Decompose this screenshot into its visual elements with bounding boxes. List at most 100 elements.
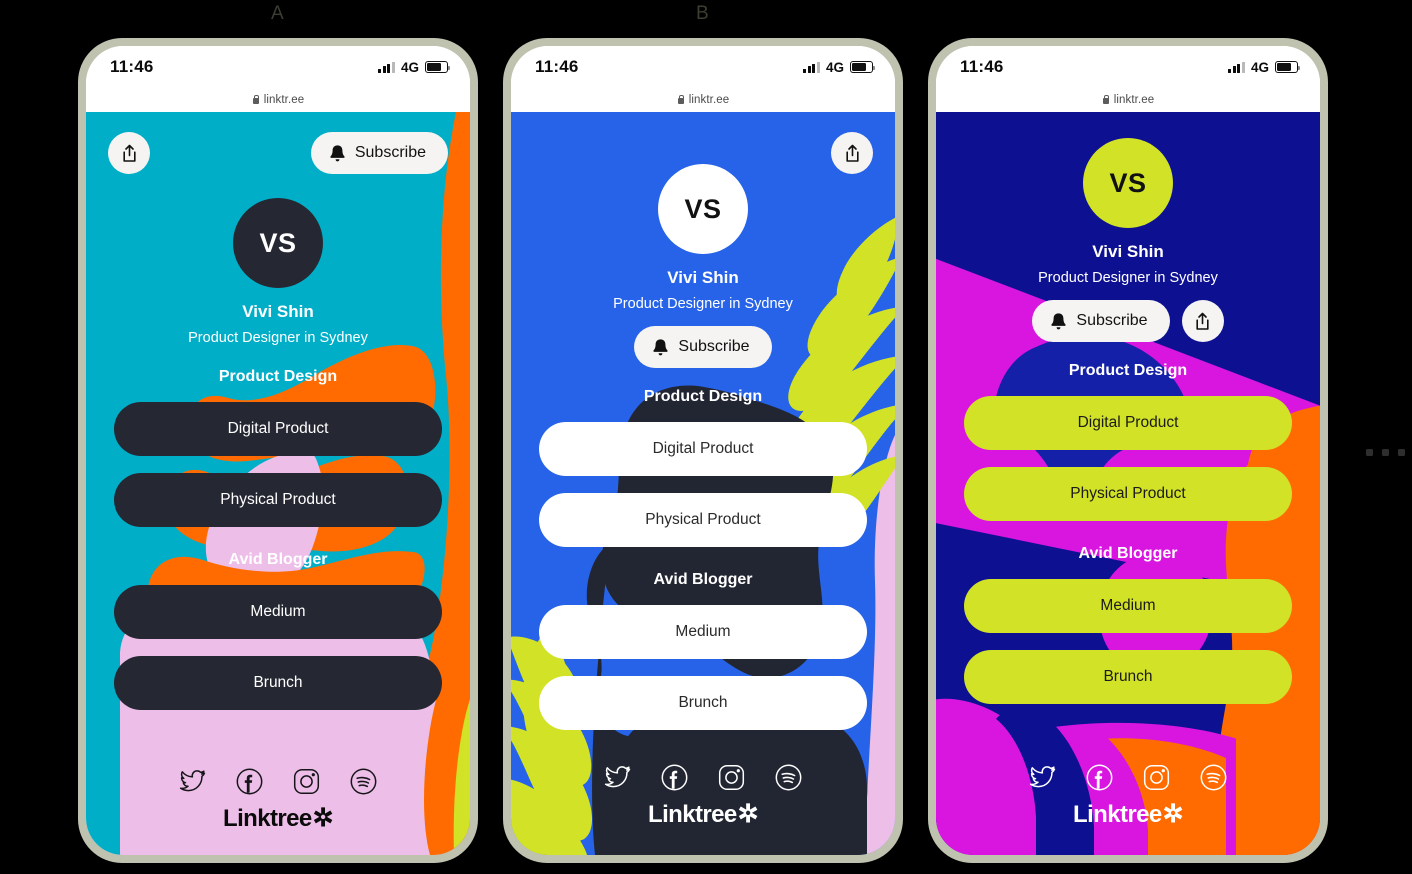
instagram-icon[interactable] (1143, 764, 1170, 791)
link-button-digital-product[interactable]: Digital Product (114, 402, 442, 456)
cellular-bars-icon (378, 61, 395, 73)
section-title-product-design: Product Design (643, 388, 763, 405)
avatar-initials: VS (1109, 167, 1147, 198)
link-button-brunch[interactable]: Brunch (114, 656, 442, 710)
section-title-avid-blogger: Avid Blogger (653, 571, 753, 588)
pagination-dot[interactable] (1382, 449, 1389, 456)
cellular-bars-icon (803, 61, 820, 73)
browser-url-bar[interactable]: linktr.ee (86, 88, 470, 112)
facebook-icon[interactable] (236, 768, 263, 795)
avatar: VS (233, 198, 323, 288)
battery-icon (425, 61, 451, 73)
link-button-brunch[interactable]: Brunch (964, 650, 1292, 704)
subscribe-button[interactable]: Subscribe (1032, 300, 1170, 342)
linktree-brand: Linktree ✲ (648, 800, 759, 829)
link-button-physical-product[interactable]: Physical Product (539, 493, 867, 547)
browser-url-bar[interactable]: linktr.ee (511, 88, 895, 112)
status-bar: 11:46 4G (86, 46, 470, 88)
facebook-icon[interactable] (661, 764, 688, 791)
brand-text: Linktree (1073, 801, 1162, 828)
url-text: linktr.ee (1113, 94, 1155, 106)
avatar: VS (1083, 138, 1173, 228)
instagram-icon[interactable] (293, 768, 320, 795)
profile-name: Vivi Shin (242, 302, 314, 321)
lock-icon (252, 95, 260, 105)
spotify-icon[interactable] (775, 764, 802, 791)
linktree-brand: Linktree ✲ (223, 804, 334, 833)
brand-text: Linktree (223, 805, 312, 832)
subscribe-label: Subscribe (1076, 312, 1148, 329)
pagination-dots[interactable] (1366, 449, 1405, 456)
bell-icon (330, 144, 345, 161)
status-time: 11:46 (535, 57, 579, 76)
linktree-brand: Linktree ✲ (1073, 801, 1184, 829)
status-time: 11:46 (960, 57, 1004, 76)
subscribe-label: Subscribe (354, 144, 426, 161)
link-button-medium[interactable]: Medium (114, 585, 442, 639)
variant-label-b: B (696, 3, 710, 24)
instagram-icon[interactable] (718, 764, 745, 791)
spotify-icon[interactable] (1200, 764, 1227, 791)
share-icon (1196, 312, 1209, 330)
profile-bio: Product Designer in Sydney (613, 296, 793, 312)
section-title-avid-blogger: Avid Blogger (228, 551, 328, 568)
profile-bio: Product Designer in Sydney (188, 330, 368, 346)
status-time: 11:46 (110, 57, 154, 76)
share-button[interactable] (831, 132, 873, 174)
link-button-medium[interactable]: Medium (539, 605, 867, 659)
comparison-stage: A B 11:46 4G linktr.ee Subscribe VS Vivi… (0, 0, 1412, 874)
link-button-brunch[interactable]: Brunch (539, 676, 867, 730)
phone-mockup-b: 11:46 4G linktr.ee VS Vivi Shin Product … (503, 38, 903, 863)
facebook-icon[interactable] (1086, 764, 1113, 791)
lock-icon (677, 95, 685, 105)
battery-icon (1275, 61, 1301, 73)
browser-url-bar[interactable]: linktr.ee (936, 88, 1320, 112)
twitter-icon[interactable] (179, 770, 206, 793)
status-bar: 11:46 4G (936, 46, 1320, 88)
linktree-page-b: VS Vivi Shin Product Designer in Sydney … (511, 112, 895, 855)
link-button-medium[interactable]: Medium (964, 579, 1292, 633)
twitter-icon[interactable] (1029, 766, 1056, 789)
url-text: linktr.ee (263, 94, 305, 106)
link-button-digital-product[interactable]: Digital Product (539, 422, 867, 476)
section-title-product-design: Product Design (1068, 362, 1188, 379)
share-icon (845, 144, 859, 162)
phone-mockup-c: 11:46 4G linktr.ee VS Vivi Shin Product … (928, 38, 1328, 863)
variant-label-a: A (271, 3, 285, 24)
share-button[interactable] (1181, 300, 1224, 342)
link-button-physical-product[interactable]: Physical Product (964, 467, 1292, 521)
profile-bio: Product Designer in Sydney (1038, 270, 1218, 286)
linktree-page-a: Subscribe VS Vivi Shin Product Designer … (86, 112, 470, 855)
subscribe-label: Subscribe (678, 338, 750, 355)
twitter-icon[interactable] (604, 766, 631, 789)
pagination-dot[interactable] (1366, 449, 1373, 456)
battery-icon (850, 61, 876, 73)
profile-name: Vivi Shin (667, 268, 739, 287)
subscribe-button[interactable]: Subscribe (634, 326, 772, 368)
subscribe-button[interactable]: Subscribe (310, 132, 448, 174)
bell-icon (1051, 312, 1067, 329)
url-text: linktr.ee (688, 94, 730, 106)
brand-text: Linktree (648, 801, 737, 828)
avatar-initials: VS (684, 193, 722, 224)
spotify-icon[interactable] (350, 768, 377, 795)
status-bar: 11:46 4G (511, 46, 895, 88)
lock-icon (1102, 95, 1110, 105)
pagination-dot[interactable] (1398, 449, 1405, 456)
share-button[interactable] (108, 132, 150, 174)
avatar-initials: VS (259, 227, 297, 258)
link-button-digital-product[interactable]: Digital Product (964, 396, 1292, 450)
phone-mockup-a: 11:46 4G linktr.ee Subscribe VS Vivi Shi… (78, 38, 478, 863)
link-button-physical-product[interactable]: Physical Product (114, 473, 442, 527)
avatar: VS (658, 164, 748, 254)
section-title-product-design: Product Design (218, 368, 338, 385)
brand-asterisk-icon: ✲ (737, 800, 759, 828)
network-label: 4G (825, 59, 844, 75)
cellular-bars-icon (1228, 61, 1245, 73)
bell-icon (653, 338, 669, 355)
share-icon (122, 144, 136, 162)
network-label: 4G (1250, 59, 1269, 75)
brand-asterisk-icon: ✲ (312, 804, 334, 832)
section-title-avid-blogger: Avid Blogger (1078, 545, 1178, 562)
linktree-page-c: VS Vivi Shin Product Designer in Sydney … (936, 112, 1320, 855)
